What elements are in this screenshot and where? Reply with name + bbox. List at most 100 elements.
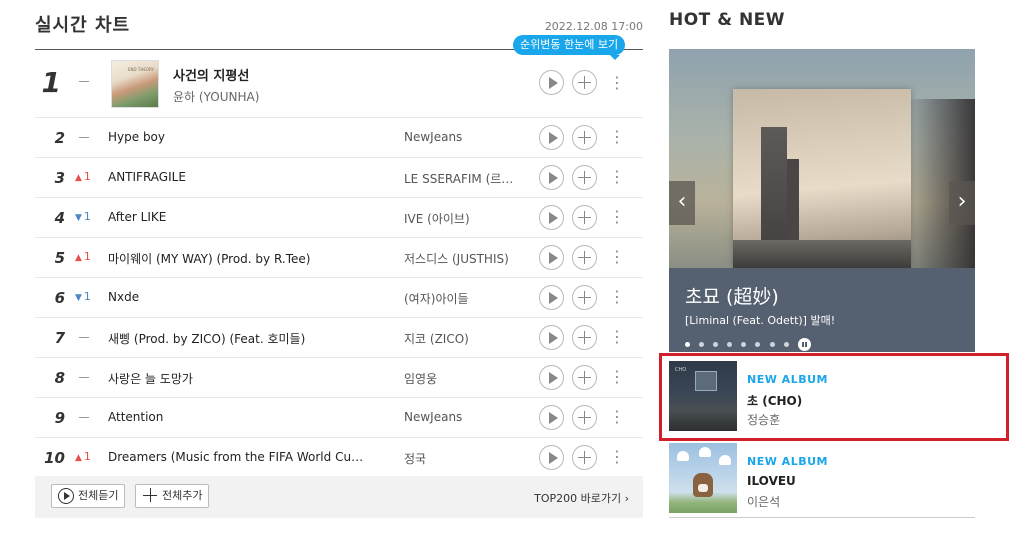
song-title[interactable]: 사랑은 늘 도망가 [108, 370, 366, 387]
play-icon[interactable] [539, 245, 564, 270]
rank-change [75, 410, 101, 423]
pagination-dot[interactable] [755, 342, 761, 347]
add-icon[interactable] [572, 205, 597, 230]
artist-name[interactable]: NewJeans [404, 130, 524, 144]
more-icon[interactable]: ⋮ [609, 166, 625, 188]
rank-number: 6 [54, 289, 65, 307]
banner-subtitle[interactable]: [Liminal (Feat. Odett)] 발매! [685, 312, 835, 328]
song-title[interactable]: ANTIFRAGILE [108, 170, 366, 184]
more-icon[interactable]: ⋮ [609, 126, 625, 148]
chart-row: 5 ▲ 1 마이웨이 (MY WAY) (Prod. by R.Tee) 저스디스… [35, 238, 643, 278]
new-album-tag: NEW ALBUM [747, 455, 828, 468]
rank-down-icon: ▼ [75, 293, 82, 303]
artist-name[interactable]: 임영웅 [404, 370, 524, 387]
realtime-chart: 실시간 차트 2022.12.08 17:00 순위변동 한눈에 보기 1 EN… [35, 0, 643, 520]
pagination-dot[interactable] [783, 342, 789, 347]
artist-name[interactable]: 저스디스 (JUSTHIS) [404, 250, 524, 267]
add-icon[interactable] [572, 365, 597, 390]
top200-link[interactable]: TOP200 바로가기 › [534, 490, 629, 506]
play-icon[interactable] [539, 325, 564, 350]
song-title[interactable]: 새삥 (Prod. by ZICO) (Feat. 호미들) [108, 330, 366, 347]
song-title[interactable]: Attention [108, 410, 366, 424]
add-icon[interactable] [572, 245, 597, 270]
hot-new-section: HOT & NEW 초묘 (超妙) [Liminal (Feat. Odett)… [669, 0, 975, 536]
rank-change: ▲ 1 [75, 170, 91, 183]
pause-icon[interactable] [797, 338, 811, 351]
album-title[interactable]: ILOVEU [747, 474, 796, 488]
banner-caption: 초묘 (超妙) [Liminal (Feat. Odett)] 발매! [669, 268, 975, 352]
artist-name[interactable]: 지코 (ZICO) [404, 330, 524, 347]
play-icon[interactable] [539, 125, 564, 150]
add-icon[interactable] [572, 405, 597, 430]
play-circle-icon [58, 488, 74, 504]
chevron-left-icon[interactable]: ‹ [669, 181, 695, 225]
song-title[interactable]: Dreamers (Music from the FIFA World Cup … [108, 450, 366, 464]
add-icon[interactable] [572, 325, 597, 350]
more-icon[interactable]: ⋮ [609, 446, 625, 468]
add-icon[interactable] [572, 70, 597, 95]
pagination-dot[interactable] [727, 342, 733, 347]
artist-name[interactable]: 정국 [404, 450, 524, 467]
more-icon[interactable]: ⋮ [609, 72, 625, 94]
play-icon[interactable] [539, 285, 564, 310]
pagination-dot[interactable] [713, 342, 719, 347]
play-all-button[interactable]: 전체듣기 [51, 484, 126, 508]
more-icon[interactable]: ⋮ [609, 246, 625, 268]
song-title[interactable]: Nxde [108, 290, 366, 304]
selection-highlight [659, 353, 1009, 441]
rank-number: 2 [54, 129, 65, 147]
song-title[interactable]: 마이웨이 (MY WAY) (Prod. by R.Tee) [108, 250, 366, 267]
more-icon[interactable]: ⋮ [609, 406, 625, 428]
banner-headline[interactable]: 초묘 (超妙) [685, 282, 779, 309]
play-icon[interactable] [539, 365, 564, 390]
play-icon[interactable] [539, 405, 564, 430]
more-icon[interactable]: ⋮ [609, 326, 625, 348]
chart-date: 2022.12.08 17:00 [544, 20, 643, 33]
chart-row: 8 사랑은 늘 도망가 임영웅 ⋮ [35, 358, 643, 398]
rank-change [75, 330, 101, 343]
more-icon[interactable]: ⋮ [609, 286, 625, 308]
play-icon[interactable] [539, 205, 564, 230]
chevron-right-icon[interactable]: › [949, 181, 975, 225]
more-icon[interactable]: ⋮ [609, 206, 625, 228]
add-all-button[interactable]: 전체추가 [135, 484, 210, 508]
add-icon[interactable] [572, 285, 597, 310]
artist-name[interactable]: IVE (아이브) [404, 210, 524, 227]
artist-name[interactable]: LE SSERAFIM (르세라핌) [404, 170, 524, 187]
chart-row: 9 Attention NewJeans ⋮ [35, 398, 643, 438]
chart-footer: 전체듣기 전체추가 TOP200 바로가기 › [35, 476, 643, 518]
promo-banner[interactable]: 초묘 (超妙) [Liminal (Feat. Odett)] 발매! ‹ › [669, 49, 975, 352]
pagination-dot[interactable] [699, 342, 705, 347]
rank-number: 3 [54, 169, 65, 187]
song-title[interactable]: Hype boy [108, 130, 366, 144]
pagination-dot[interactable] [769, 342, 775, 347]
play-icon[interactable] [539, 70, 564, 95]
play-icon[interactable] [539, 165, 564, 190]
artist-name[interactable]: (여자)아이들 [404, 290, 524, 307]
album-cover[interactable]: END THEORY [111, 60, 159, 108]
rank-number: 9 [54, 409, 65, 427]
song-title[interactable]: After LIKE [108, 210, 366, 224]
artist-name[interactable]: 윤하 (YOUNHA) [173, 88, 259, 105]
rank-number: 1 [41, 66, 61, 99]
add-icon[interactable] [572, 165, 597, 190]
rank-up-icon: ▲ [75, 253, 82, 263]
album-thumbnail[interactable] [669, 443, 737, 513]
add-icon[interactable] [572, 445, 597, 470]
add-icon[interactable] [572, 125, 597, 150]
rank-number: 10 [44, 449, 65, 467]
song-title[interactable]: 사건의 지평선 [173, 65, 249, 84]
plus-icon [142, 488, 158, 504]
album-artist[interactable]: 이은석 [747, 493, 780, 510]
pagination-dot[interactable] [741, 342, 747, 347]
pagination-dot[interactable] [685, 342, 690, 347]
artist-name[interactable]: NewJeans [404, 410, 524, 424]
new-album-item[interactable]: NEW ALBUM ILOVEU 이은석 [669, 440, 975, 518]
rank-change: ▲ 1 [75, 450, 91, 463]
rank-up-icon: ▲ [75, 173, 82, 183]
rank-change [75, 74, 101, 87]
more-icon[interactable]: ⋮ [609, 366, 625, 388]
chart-list: 1 END THEORY 사건의 지평선 윤하 (YOUNHA) ⋮ 2 Hyp… [35, 50, 643, 478]
play-icon[interactable] [539, 445, 564, 470]
add-all-label: 전체추가 [162, 489, 203, 502]
